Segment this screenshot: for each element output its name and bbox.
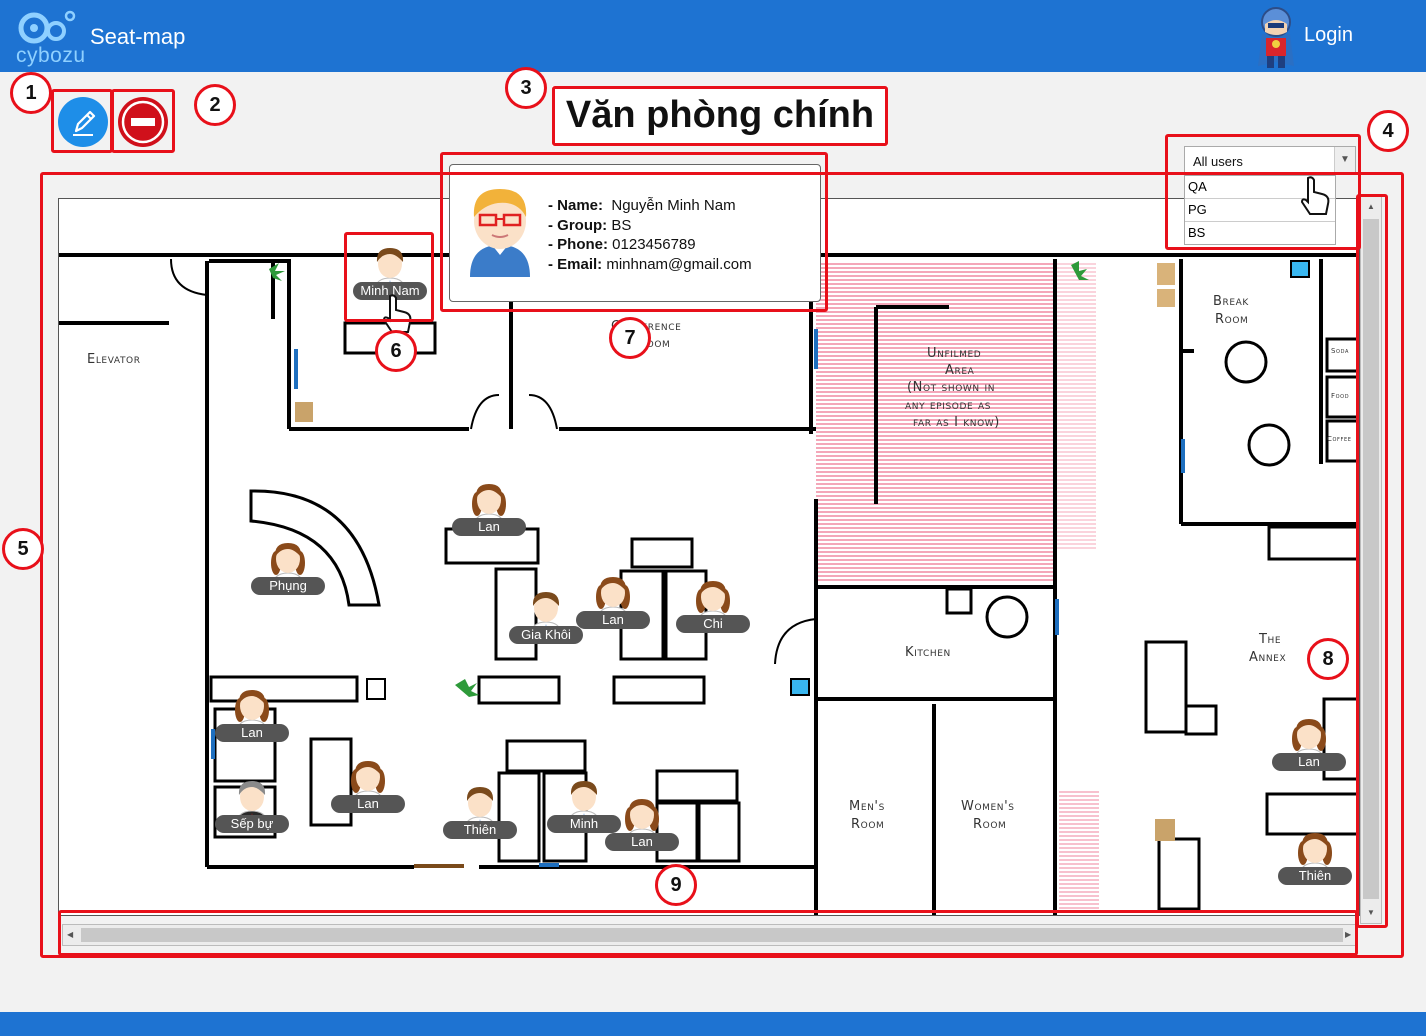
annotation-marker-4: 4 [1367,110,1409,152]
annotation-marker-6: 6 [375,330,417,372]
logo-text: cybozu [16,44,86,67]
annotation-box-9 [58,910,1358,956]
annotation-marker-8: 8 [1307,638,1349,680]
annotation-marker-2: 2 [194,84,236,126]
annotation-box-3 [552,86,888,146]
annotation-box-7 [440,152,828,312]
annotation-marker-5: 5 [2,528,44,570]
annotation-box-2 [111,89,175,153]
app-header [0,0,1426,72]
annotation-marker-1: 1 [10,72,52,114]
app-title: Seat-map [90,24,186,49]
app-footer [0,1012,1426,1036]
annotation-marker-3: 3 [505,67,547,109]
annotation-marker-9: 9 [655,864,697,906]
annotation-box-8 [1356,194,1388,928]
annotation-box-6 [344,232,434,322]
annotation-box-1 [51,89,113,153]
login-link[interactable]: Login [1304,24,1353,47]
superhero-avatar-icon [1258,7,1294,68]
annotation-marker-7: 7 [609,317,651,359]
